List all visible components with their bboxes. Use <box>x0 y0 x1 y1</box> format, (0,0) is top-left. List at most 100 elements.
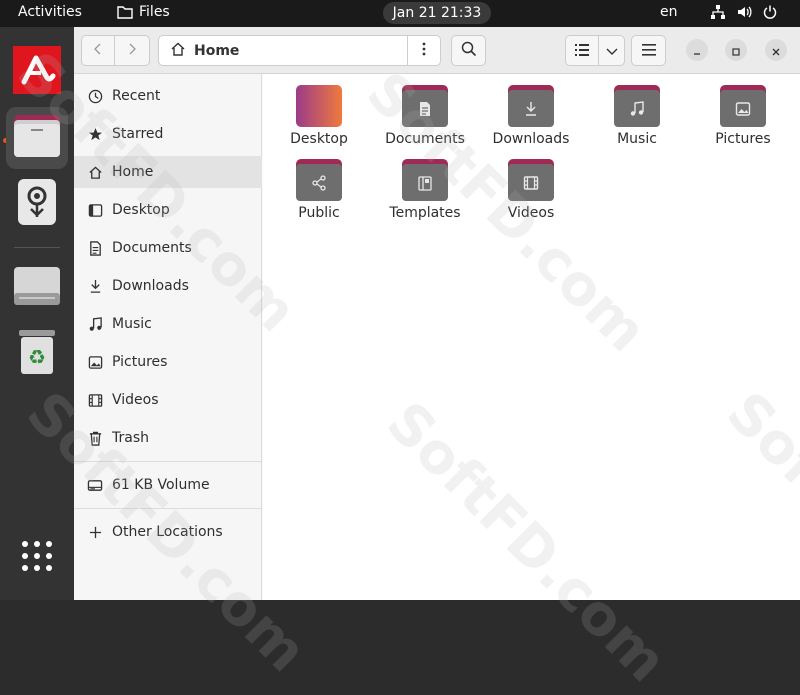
sidebar-item-recent[interactable]: Recent <box>74 80 262 112</box>
path-home-button[interactable]: Home <box>159 41 407 61</box>
sidebar-item-trash[interactable]: Trash <box>74 422 262 454</box>
file-label: Documents <box>385 131 465 147</box>
close-button[interactable] <box>765 39 787 61</box>
dock-separator <box>14 247 60 248</box>
sidebar-separator <box>74 461 262 462</box>
minimize-button[interactable] <box>686 39 708 61</box>
app-menu[interactable]: Files <box>117 4 170 20</box>
show-applications-button[interactable] <box>6 527 68 589</box>
close-icon <box>772 41 780 60</box>
dock-item-trash[interactable]: ♻ <box>6 323 68 385</box>
public-folder-icon <box>296 159 342 201</box>
videos-folder-icon <box>508 159 554 201</box>
sidebar-item-label: Desktop <box>112 202 170 218</box>
trash-recycle-icon: ♻ <box>19 330 55 378</box>
plus-icon <box>87 524 103 540</box>
folder-icon <box>14 115 60 161</box>
view-list-button[interactable] <box>565 35 599 66</box>
dock: ♻ <box>0 27 74 600</box>
search-button[interactable] <box>451 35 486 66</box>
system-tray[interactable] <box>710 4 778 20</box>
file-label: Music <box>617 131 657 147</box>
folder-item-music[interactable]: Music <box>587 85 687 147</box>
maximize-button[interactable] <box>725 39 747 61</box>
file-label: Templates <box>389 205 461 221</box>
sidebar-item-label: Music <box>112 316 152 332</box>
chevron-left-icon <box>93 41 103 60</box>
music-icon <box>87 316 103 332</box>
avira-icon <box>13 46 61 98</box>
back-button[interactable] <box>81 35 115 66</box>
sidebar-item-music[interactable]: Music <box>74 308 262 340</box>
volume-icon <box>736 4 752 20</box>
sidebar-item-documents[interactable]: Documents <box>74 232 262 264</box>
places-sidebar: Recent Starred Home Desktop Documents Do… <box>74 74 262 600</box>
maximize-icon <box>732 41 740 60</box>
sidebar-item-label: Trash <box>112 430 149 446</box>
folder-item-downloads[interactable]: Downloads <box>481 85 581 147</box>
sidebar-item-label: Recent <box>112 88 161 104</box>
sidebar-item-home[interactable]: Home <box>74 156 262 188</box>
sidebar-item-label: Home <box>112 164 154 180</box>
language-indicator[interactable]: en <box>660 4 678 20</box>
dock-item-map-pin[interactable] <box>6 173 68 235</box>
search-icon <box>461 41 477 61</box>
view-options-button[interactable] <box>598 35 625 66</box>
sidebar-item-videos[interactable]: Videos <box>74 384 262 416</box>
dock-item-files[interactable] <box>6 107 68 169</box>
path-bar[interactable]: Home <box>158 35 441 66</box>
app-name: Files <box>139 4 170 20</box>
folder-item-pictures[interactable]: Pictures <box>693 85 793 147</box>
files-window: Home Recent Starred Home Desktop Documen… <box>74 27 800 600</box>
sidebar-item-other-locations[interactable]: Other Locations <box>74 516 262 548</box>
folder-item-templates[interactable]: Templates <box>375 159 475 221</box>
clock[interactable]: Jan 21 21:33 <box>383 2 491 24</box>
power-icon <box>762 4 778 20</box>
top-bar: Activities Files Jan 21 21:33 en <box>0 0 800 27</box>
map-pin-icon <box>18 179 56 229</box>
minimize-icon <box>693 41 701 60</box>
folder-item-videos[interactable]: Videos <box>481 159 581 221</box>
document-icon <box>87 240 103 256</box>
app-grid-icon <box>20 539 54 577</box>
sidebar-item-pictures[interactable]: Pictures <box>74 346 262 378</box>
dock-item-avira[interactable] <box>6 41 68 103</box>
dock-item-drive[interactable] <box>6 257 68 319</box>
pictures-folder-icon <box>720 85 766 127</box>
list-view-icon <box>575 41 589 60</box>
folder-item-documents[interactable]: Documents <box>375 85 475 147</box>
forward-button[interactable] <box>114 35 150 66</box>
svg-text:♻: ♻ <box>28 345 46 369</box>
chevron-right-icon <box>127 41 137 60</box>
file-view: Desktop Documents Downloads Music Pictur <box>263 74 800 600</box>
sidebar-item-volume[interactable]: 61 KB Volume <box>74 469 262 501</box>
templates-folder-icon <box>402 159 448 201</box>
trash-icon <box>87 430 103 446</box>
picture-icon <box>87 354 103 370</box>
activities-button[interactable]: Activities <box>18 4 82 20</box>
main-menu-button[interactable] <box>631 35 666 66</box>
music-folder-icon <box>614 85 660 127</box>
sidebar-item-label: Other Locations <box>112 524 223 540</box>
file-label: Public <box>298 205 340 221</box>
folder-icon <box>117 5 133 19</box>
sidebar-item-desktop[interactable]: Desktop <box>74 194 262 226</box>
home-icon <box>170 41 186 61</box>
sidebar-item-label: Downloads <box>112 278 189 294</box>
sidebar-item-downloads[interactable]: Downloads <box>74 270 262 302</box>
video-icon <box>87 392 103 408</box>
folder-item-public[interactable]: Public <box>269 159 369 221</box>
path-menu-button[interactable] <box>407 36 440 65</box>
home-icon <box>87 164 103 180</box>
file-label: Videos <box>507 205 555 221</box>
star-icon <box>87 126 103 142</box>
download-icon <box>87 278 103 294</box>
sidebar-item-label: Starred <box>112 126 164 142</box>
hamburger-icon <box>641 41 656 60</box>
downloads-folder-icon <box>508 85 554 127</box>
documents-folder-icon <box>402 85 448 127</box>
sidebar-item-starred[interactable]: Starred <box>74 118 262 150</box>
clock-icon <box>87 88 103 104</box>
drive-icon <box>87 477 103 493</box>
folder-item-desktop[interactable]: Desktop <box>269 85 369 147</box>
